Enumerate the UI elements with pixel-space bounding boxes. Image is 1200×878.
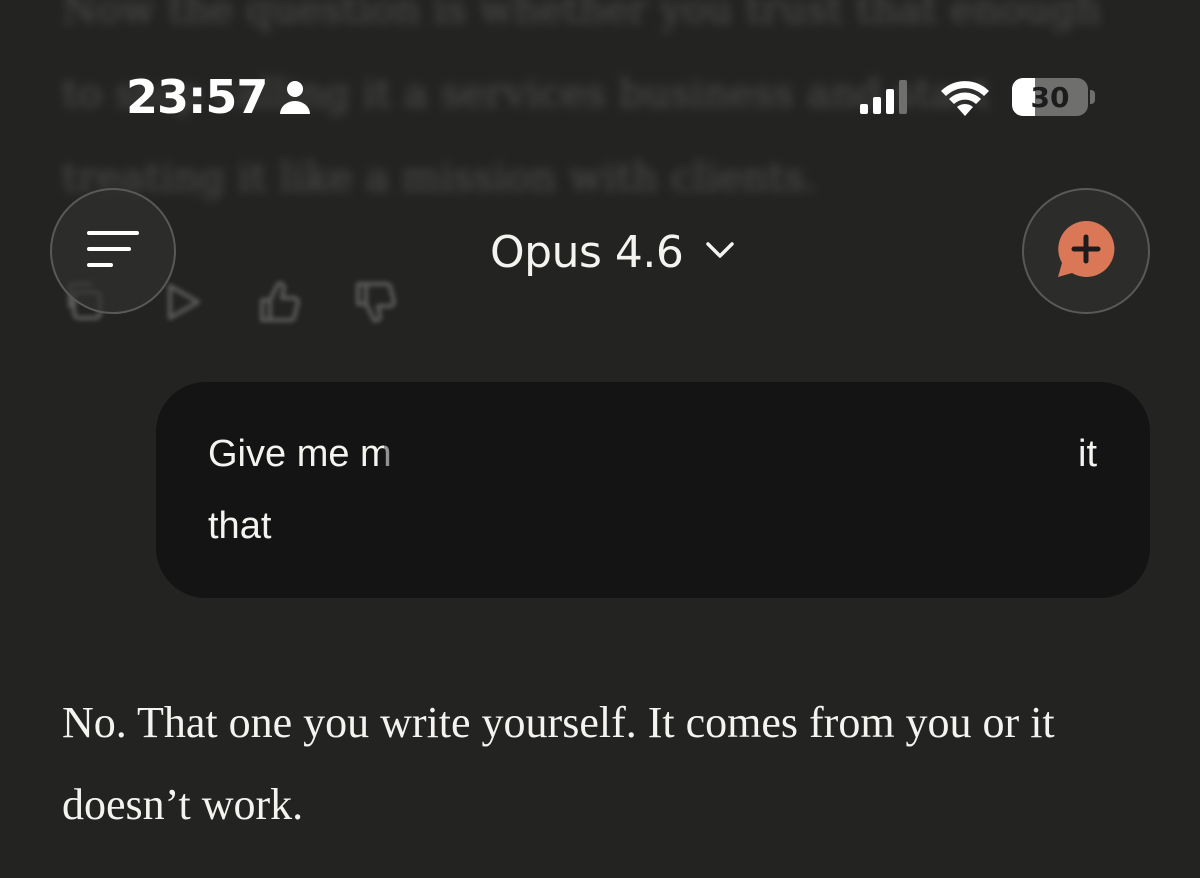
model-selector[interactable]: Opus 4.6 <box>490 220 735 284</box>
user-message-bubble: Give me m it that <box>156 382 1150 598</box>
person-icon <box>278 80 312 118</box>
user-message-tail: it <box>1078 433 1097 475</box>
new-chat-icon <box>1054 217 1118 285</box>
menu-button[interactable] <box>50 188 176 314</box>
status-bar: 23:57 30 <box>0 0 1200 190</box>
battery-icon: 30 <box>1012 78 1088 116</box>
status-time: 23:57 <box>126 70 268 124</box>
thumbs-down-icon[interactable] <box>350 278 398 326</box>
cellular-signal-icon <box>860 80 908 118</box>
chevron-down-icon <box>705 240 735 264</box>
user-message-visible: Give me m <box>208 433 392 475</box>
thumbs-up-icon[interactable] <box>254 278 302 326</box>
user-message-text: Give me m it that <box>208 418 1098 562</box>
user-message-line: that <box>208 505 272 547</box>
battery-nub <box>1090 90 1095 104</box>
redacted-region <box>384 418 1084 490</box>
new-chat-button[interactable] <box>1022 188 1150 314</box>
wifi-icon <box>940 78 990 120</box>
menu-lines-icon <box>87 229 139 273</box>
assistant-message-text: No. That one you write yourself. It come… <box>62 698 1055 829</box>
model-name: Opus 4.6 <box>490 226 684 278</box>
